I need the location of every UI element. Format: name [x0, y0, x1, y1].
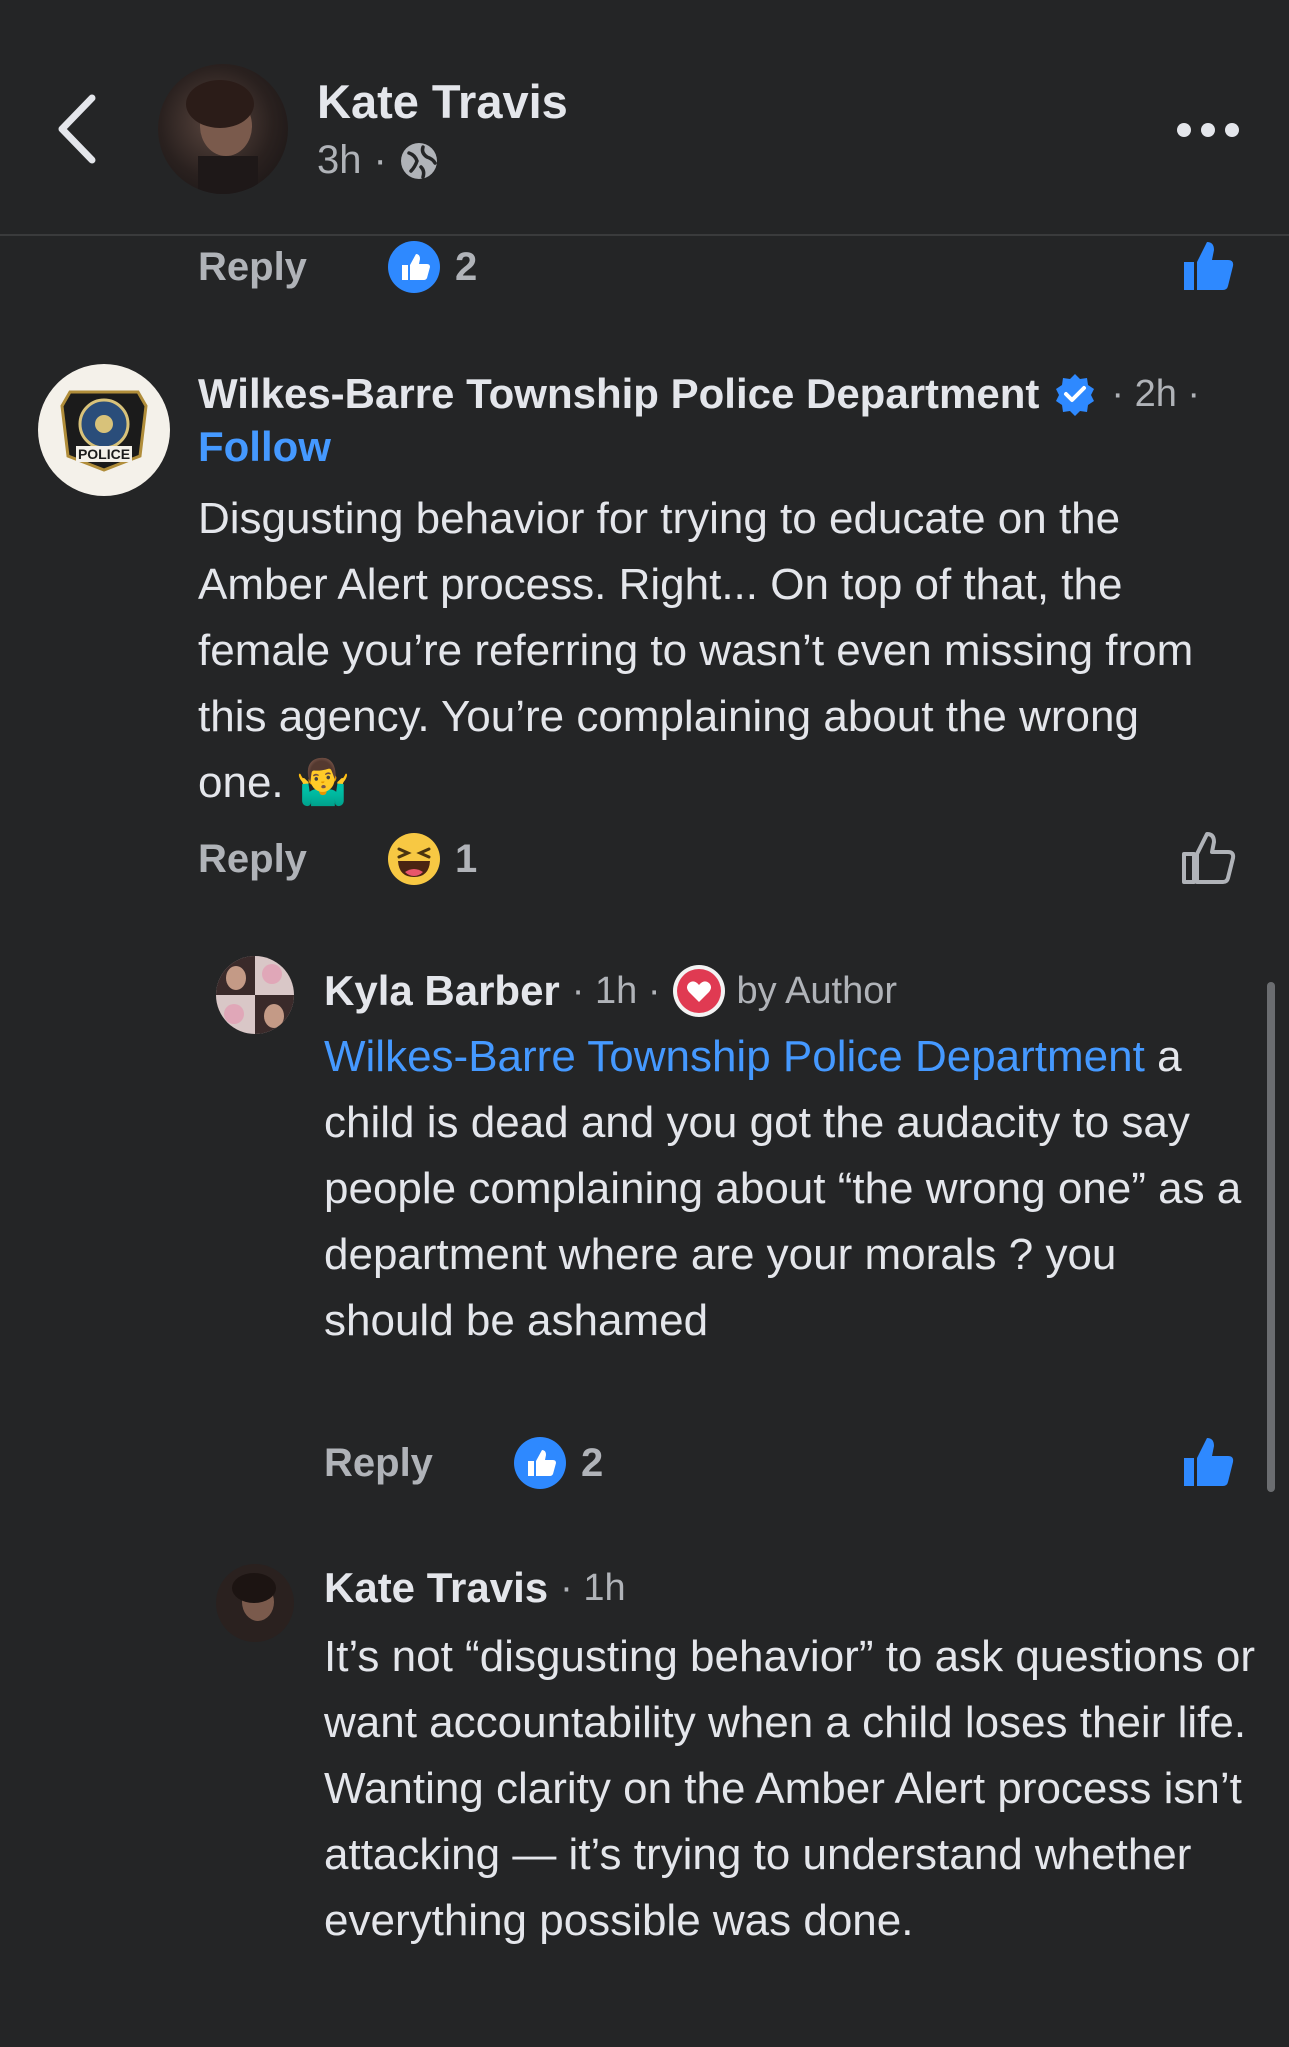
- reply-actions: Reply 2: [324, 1436, 603, 1490]
- like-badge-icon: [387, 241, 440, 293]
- comment-author-name[interactable]: Wilkes-Barre Township Police Department: [198, 370, 1039, 418]
- like-icon[interactable]: [1180, 1434, 1236, 1490]
- reply-button[interactable]: Reply: [198, 837, 307, 882]
- police-logo-text: POLICE: [78, 446, 130, 462]
- meta-separator: ·: [373, 138, 387, 182]
- post-header: Kate Travis 3h ·: [0, 0, 1289, 236]
- verified-badge-icon: [1056, 374, 1095, 416]
- kyla-avatar[interactable]: [216, 956, 294, 1034]
- post-time: 3h: [317, 138, 362, 182]
- comment-actions: Reply 2: [198, 240, 477, 294]
- reply-text: Wilkes-Barre Township Police Department …: [324, 1024, 1244, 1354]
- comment-time: · 2h ·: [1111, 372, 1201, 415]
- back-chevron-icon[interactable]: [52, 92, 102, 166]
- avatar[interactable]: [158, 64, 288, 194]
- reaction-count: 2: [454, 244, 478, 289]
- reply-author-line: Kate Travis · 1h: [324, 1564, 626, 1612]
- haha-reaction-icon: [387, 833, 440, 885]
- kate-avatar[interactable]: [216, 1564, 294, 1642]
- reply-button[interactable]: Reply: [198, 245, 307, 290]
- like-icon[interactable]: [1180, 830, 1236, 886]
- police-avatar[interactable]: POLICE: [38, 364, 170, 496]
- follow-button[interactable]: Follow: [198, 423, 331, 471]
- reply-text: It’s not “disgusting behavior” to ask qu…: [324, 1632, 1256, 1945]
- globe-icon: [400, 142, 437, 179]
- author-liked-badge: by Author: [736, 969, 898, 1012]
- reply-time: · 1h ·: [571, 969, 661, 1012]
- like-badge-icon: [513, 1437, 566, 1489]
- scrollbar[interactable]: [1267, 982, 1275, 1492]
- mention-link[interactable]: Wilkes-Barre Township Police Department: [324, 1032, 1145, 1081]
- reply-author-line: Kyla Barber · 1h · by Author: [324, 964, 897, 1018]
- reply-author-name[interactable]: Kyla Barber: [324, 967, 560, 1015]
- reaction-count: 1: [454, 836, 478, 881]
- reply-button[interactable]: Reply: [324, 1441, 433, 1486]
- comment-text: Disgusting behavior for trying to educat…: [198, 486, 1228, 816]
- post-meta: 3h ·: [317, 138, 439, 183]
- post-author-name[interactable]: Kate Travis: [317, 74, 568, 129]
- reply-time: · 1h: [560, 1566, 626, 1609]
- reaction-count: 2: [580, 1440, 604, 1485]
- heart-badge-icon: [673, 965, 726, 1017]
- like-icon[interactable]: [1180, 238, 1236, 294]
- reply-author-name[interactable]: Kate Travis: [324, 1564, 548, 1612]
- more-dots-icon[interactable]: [1176, 120, 1240, 140]
- comment-actions: Reply 1: [198, 832, 477, 886]
- comment-author-line: Wilkes-Barre Township Police Department …: [198, 370, 1200, 418]
- shrug-emoji: 🤷‍♂️: [295, 758, 351, 807]
